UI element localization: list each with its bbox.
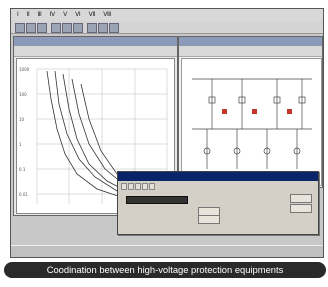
menu-item[interactable]: Ⅵ — [75, 11, 81, 18]
y-tick-label: 0.01 — [19, 192, 28, 197]
taskbar — [11, 245, 323, 257]
caption-banner: Coodination between high-voltage protect… — [4, 262, 326, 278]
zoom-icon[interactable] — [87, 23, 97, 33]
dialog-tab[interactable] — [135, 183, 141, 190]
dialog-tab[interactable] — [121, 183, 127, 190]
menu-item[interactable]: Ⅲ — [38, 11, 42, 18]
copy-icon[interactable] — [62, 23, 72, 33]
single-line-diagram-window[interactable] — [178, 36, 323, 188]
menu-item[interactable]: Ⅴ — [63, 11, 67, 18]
single-line-diagram — [181, 58, 322, 186]
cancel-button[interactable] — [290, 204, 312, 213]
dialog-title[interactable] — [118, 172, 318, 181]
save-icon[interactable] — [37, 23, 47, 33]
window-toolbar — [14, 46, 177, 57]
help-icon[interactable] — [109, 23, 119, 33]
window-toolbar — [179, 46, 322, 57]
dialog-tab[interactable] — [128, 183, 134, 190]
value-field[interactable] — [126, 196, 188, 204]
open-folder-icon[interactable] — [26, 23, 36, 33]
y-tick-label: 10 — [19, 117, 25, 122]
ocr-setup-dialog[interactable] — [117, 171, 319, 235]
menu-item[interactable]: Ⅰ — [17, 11, 19, 18]
menu-item[interactable]: Ⅶ — [89, 11, 96, 18]
window-titlebar[interactable] — [179, 37, 322, 46]
new-file-icon[interactable] — [15, 23, 25, 33]
cut-icon[interactable] — [51, 23, 61, 33]
y-tick-label: 1 — [19, 142, 22, 147]
menu-item[interactable]: Ⅷ — [103, 11, 111, 18]
y-tick-label: 100 — [19, 92, 27, 97]
window-titlebar[interactable] — [14, 37, 177, 46]
menu-item[interactable]: Ⅱ — [27, 11, 30, 18]
dialog-tab[interactable] — [149, 183, 155, 190]
paste-icon[interactable] — [73, 23, 83, 33]
y-tick-label: 0.1 — [19, 167, 26, 172]
dialog-tab[interactable] — [142, 183, 148, 190]
ok-button[interactable] — [290, 194, 312, 203]
y-tick-label: 1000 — [19, 67, 30, 72]
toolbar — [11, 21, 323, 34]
dialog-tabs — [121, 183, 315, 191]
menu-item[interactable]: Ⅳ — [50, 11, 56, 18]
application-screen: Ⅰ Ⅱ Ⅲ Ⅳ Ⅴ Ⅵ Ⅶ Ⅷ 1000 100 10 1 0.1 0.01 — [10, 8, 324, 258]
menu-bar: Ⅰ Ⅱ Ⅲ Ⅳ Ⅴ Ⅵ Ⅶ Ⅷ — [11, 9, 323, 21]
time-selector[interactable] — [198, 215, 220, 224]
print-icon[interactable] — [98, 23, 108, 33]
